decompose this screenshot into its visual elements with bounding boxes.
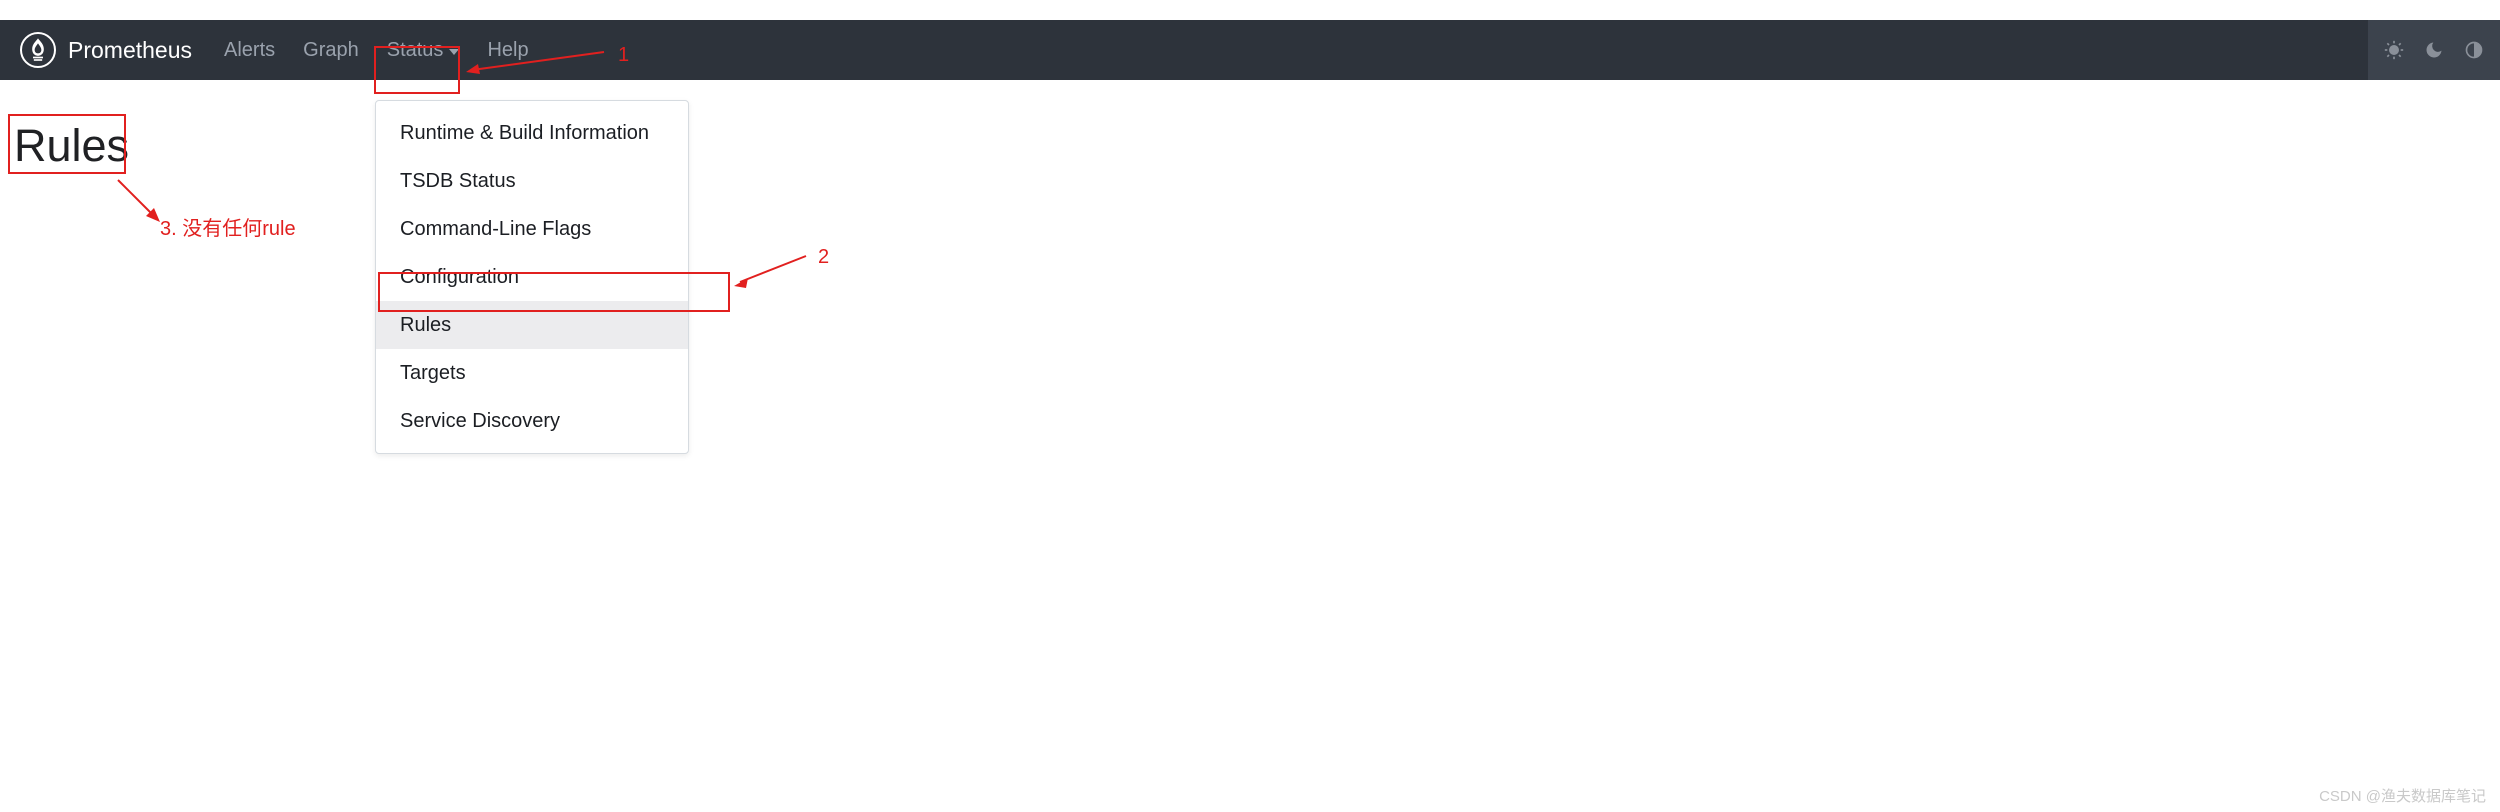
theme-dark-button[interactable] <box>2416 34 2452 66</box>
nav-help-label: Help <box>487 39 528 62</box>
status-dropdown: Runtime & Build InformationTSDB StatusCo… <box>375 100 689 454</box>
page-title: Rules <box>14 120 129 172</box>
annotation-label-1: 1 <box>618 44 629 67</box>
annotation-arrow-3 <box>112 174 162 224</box>
nav-status-label: Status <box>387 39 444 62</box>
brand-label: Prometheus <box>68 37 192 64</box>
nav-help[interactable]: Help <box>473 23 542 78</box>
nav-alerts-label: Alerts <box>224 39 275 62</box>
contrast-icon <box>2464 40 2484 60</box>
nav-alerts[interactable]: Alerts <box>210 23 289 78</box>
watermark: CSDN @渔夫数据库笔记 <box>2319 785 2486 806</box>
nav-graph-label: Graph <box>303 39 359 62</box>
theme-toggle <box>2368 20 2500 80</box>
dropdown-item[interactable]: TSDB Status <box>376 157 688 205</box>
theme-auto-button[interactable] <box>2456 34 2492 66</box>
theme-light-button[interactable] <box>2376 34 2412 66</box>
sun-icon <box>2384 40 2404 60</box>
annotation-arrow-2 <box>734 248 814 288</box>
annotation-label-2: 2 <box>818 246 829 269</box>
moon-icon <box>2424 40 2444 60</box>
nav-status[interactable]: Status <box>373 23 474 78</box>
nav-graph[interactable]: Graph <box>289 23 373 78</box>
chevron-down-icon <box>449 49 459 55</box>
dropdown-item[interactable]: Configuration <box>376 253 688 301</box>
navbar: Prometheus Alerts Graph Status Help <box>0 20 2500 80</box>
dropdown-item[interactable]: Service Discovery <box>376 397 688 445</box>
dropdown-item[interactable]: Targets <box>376 349 688 397</box>
annotation-label-3: 3. 没有任何rule <box>160 212 296 241</box>
prometheus-logo-icon <box>20 32 56 68</box>
nav-items: Alerts Graph Status Help <box>210 23 543 78</box>
brand-wrap[interactable]: Prometheus <box>20 32 210 68</box>
dropdown-item[interactable]: Command-Line Flags <box>376 205 688 253</box>
dropdown-item[interactable]: Runtime & Build Information <box>376 109 688 157</box>
dropdown-item[interactable]: Rules <box>376 301 688 349</box>
